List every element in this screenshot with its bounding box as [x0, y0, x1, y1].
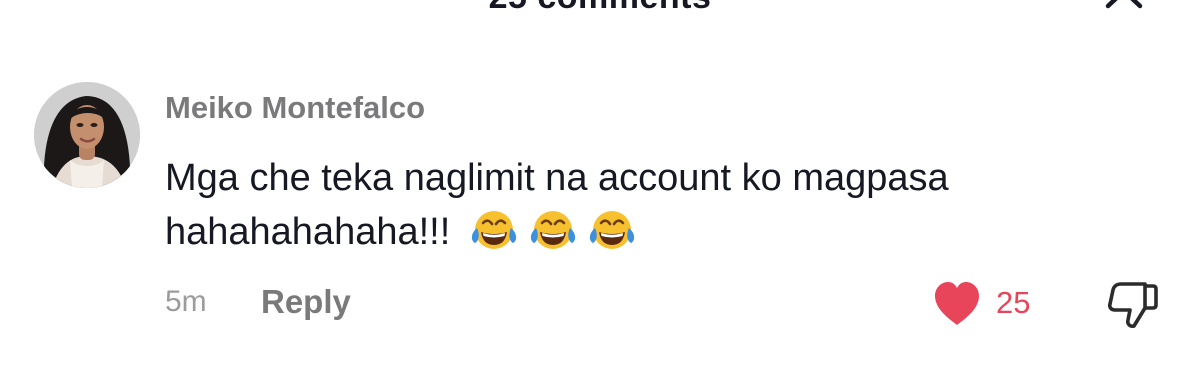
- heart-icon: [935, 282, 979, 325]
- comment-timestamp: 5m: [165, 285, 207, 318]
- comment-author[interactable]: Meiko Montefalco: [165, 90, 425, 126]
- reply-button[interactable]: Reply: [261, 283, 351, 321]
- dislike-button[interactable]: [1105, 280, 1159, 330]
- comment-text-line1: Mga che teka naglimit na account ko magp…: [165, 157, 949, 199]
- comments-count-title: 25 comments: [0, 0, 1200, 17]
- avatar[interactable]: [34, 82, 140, 188]
- close-icon: [1105, 0, 1143, 9]
- close-button[interactable]: [1102, 0, 1146, 10]
- tears-of-joy-emoji-icon: [589, 211, 634, 249]
- tears-of-joy-emoji-icon: [530, 211, 575, 249]
- emoji-group: [469, 208, 637, 252]
- thumbs-down-icon: [1107, 282, 1158, 328]
- comment-text-line2: hahahahahaha!!!: [165, 205, 1145, 259]
- like-count: 25: [996, 285, 1031, 320]
- comment-text: Mga che teka naglimit na account ko magp…: [165, 151, 1145, 259]
- like-button[interactable]: [932, 280, 982, 328]
- comment-text-line2-text: hahahahahaha!!!: [165, 211, 451, 253]
- tears-of-joy-emoji-icon: [471, 211, 516, 249]
